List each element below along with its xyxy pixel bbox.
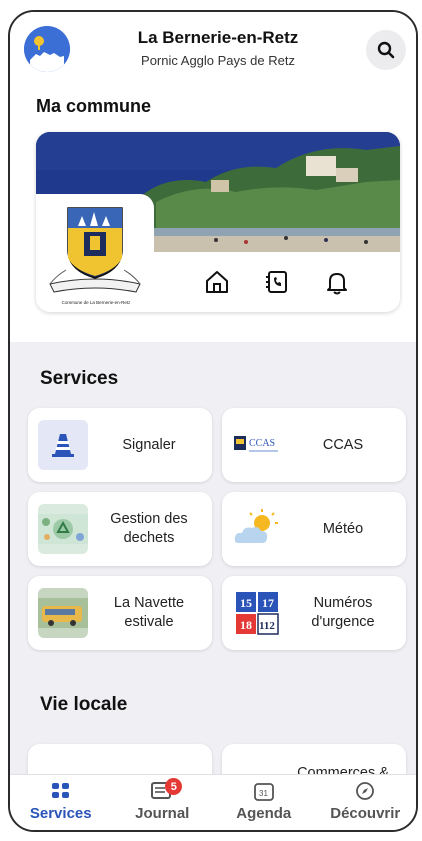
tile-label: Gestion des dechets xyxy=(110,511,188,546)
nav-label: Découvrir xyxy=(330,805,401,822)
nav-decouvrir[interactable]: Découvrir xyxy=(315,775,417,830)
commune-crest: Commune de La Bernerie-en-Retz xyxy=(36,194,154,312)
emergency-15: 15 xyxy=(240,596,252,610)
tile-label: CCAS xyxy=(322,436,364,453)
tile-label: Météo xyxy=(322,520,364,537)
commune-card[interactable]: Commune de La Bernerie-en-Retz xyxy=(36,132,400,312)
tile-label: Numéros d'urgence xyxy=(311,595,375,630)
nav-label: Agenda xyxy=(236,805,292,822)
cone-icon xyxy=(38,420,88,470)
ma-commune-title: Ma commune xyxy=(36,96,152,116)
app-logo[interactable] xyxy=(24,26,70,72)
tile-signaler[interactable]: Signaler xyxy=(28,408,212,482)
search-button[interactable] xyxy=(366,30,406,70)
nav-label: Services xyxy=(29,805,92,822)
emergency-112: 112 xyxy=(259,620,275,632)
crest-caption: Commune de La Bernerie-en-Retz xyxy=(61,300,131,305)
shuttle-icon xyxy=(38,588,88,638)
compass-icon xyxy=(353,781,377,801)
ccas-logo-icon: CCAS xyxy=(232,420,282,470)
title-block: La Bernerie-en-Retz Pornic Agglo Pays de… xyxy=(80,28,356,68)
emergency-numbers-icon: 15 17 18 112 xyxy=(232,588,282,638)
weather-icon xyxy=(232,504,282,554)
nav-label: Journal xyxy=(135,805,190,822)
grid-icon xyxy=(49,781,73,801)
bottom-navigation: Services 5 Journal 31 Agenda Découvrir xyxy=(10,774,416,830)
notifications-button[interactable] xyxy=(322,267,352,297)
tile-meteo[interactable]: Météo xyxy=(222,492,406,566)
emergency-17: 17 xyxy=(262,596,274,610)
ccas-logo-text: CCAS xyxy=(249,438,275,449)
phone-frame: La Bernerie-en-Retz Pornic Agglo Pays de… xyxy=(8,10,418,832)
commune-actions xyxy=(154,252,400,312)
tile-navette[interactable]: La Navette estivale xyxy=(28,576,212,650)
phone-book-icon xyxy=(266,271,287,293)
crest-icon xyxy=(49,207,141,293)
search-icon xyxy=(377,41,395,59)
nav-agenda[interactable]: 31 Agenda xyxy=(213,775,315,830)
home-button[interactable] xyxy=(202,267,232,297)
newspaper-icon: 5 xyxy=(150,778,183,801)
services-area: Services Signaler CCAS CCAS Gestion des … xyxy=(10,342,416,818)
bell-icon xyxy=(327,273,347,295)
nav-journal[interactable]: 5 Journal xyxy=(112,775,214,830)
app-title: La Bernerie-en-Retz xyxy=(137,28,299,47)
calendar-icon: 31 xyxy=(252,781,276,801)
calendar-day: 31 xyxy=(259,789,268,798)
emergency-18: 18 xyxy=(240,618,252,632)
nav-services[interactable]: Services xyxy=(10,775,112,830)
home-icon xyxy=(206,271,228,293)
tile-gestion-dechets[interactable]: Gestion des dechets xyxy=(28,492,212,566)
vie-locale-section-title: Vie locale xyxy=(40,694,128,715)
services-section-title: Services xyxy=(40,368,119,389)
tile-label: La Navette estivale xyxy=(113,595,185,630)
app-header: La Bernerie-en-Retz Pornic Agglo Pays de… xyxy=(10,12,416,88)
journal-badge: 5 xyxy=(165,778,183,795)
tile-label: Signaler xyxy=(122,436,176,453)
tile-urgence[interactable]: 15 17 18 112 Numéros d'urgence xyxy=(222,576,406,650)
contact-button[interactable] xyxy=(262,267,292,297)
app-subtitle: Pornic Agglo Pays de Retz xyxy=(141,53,295,68)
recycle-icon xyxy=(38,504,88,554)
tile-ccas[interactable]: CCAS CCAS xyxy=(222,408,406,482)
